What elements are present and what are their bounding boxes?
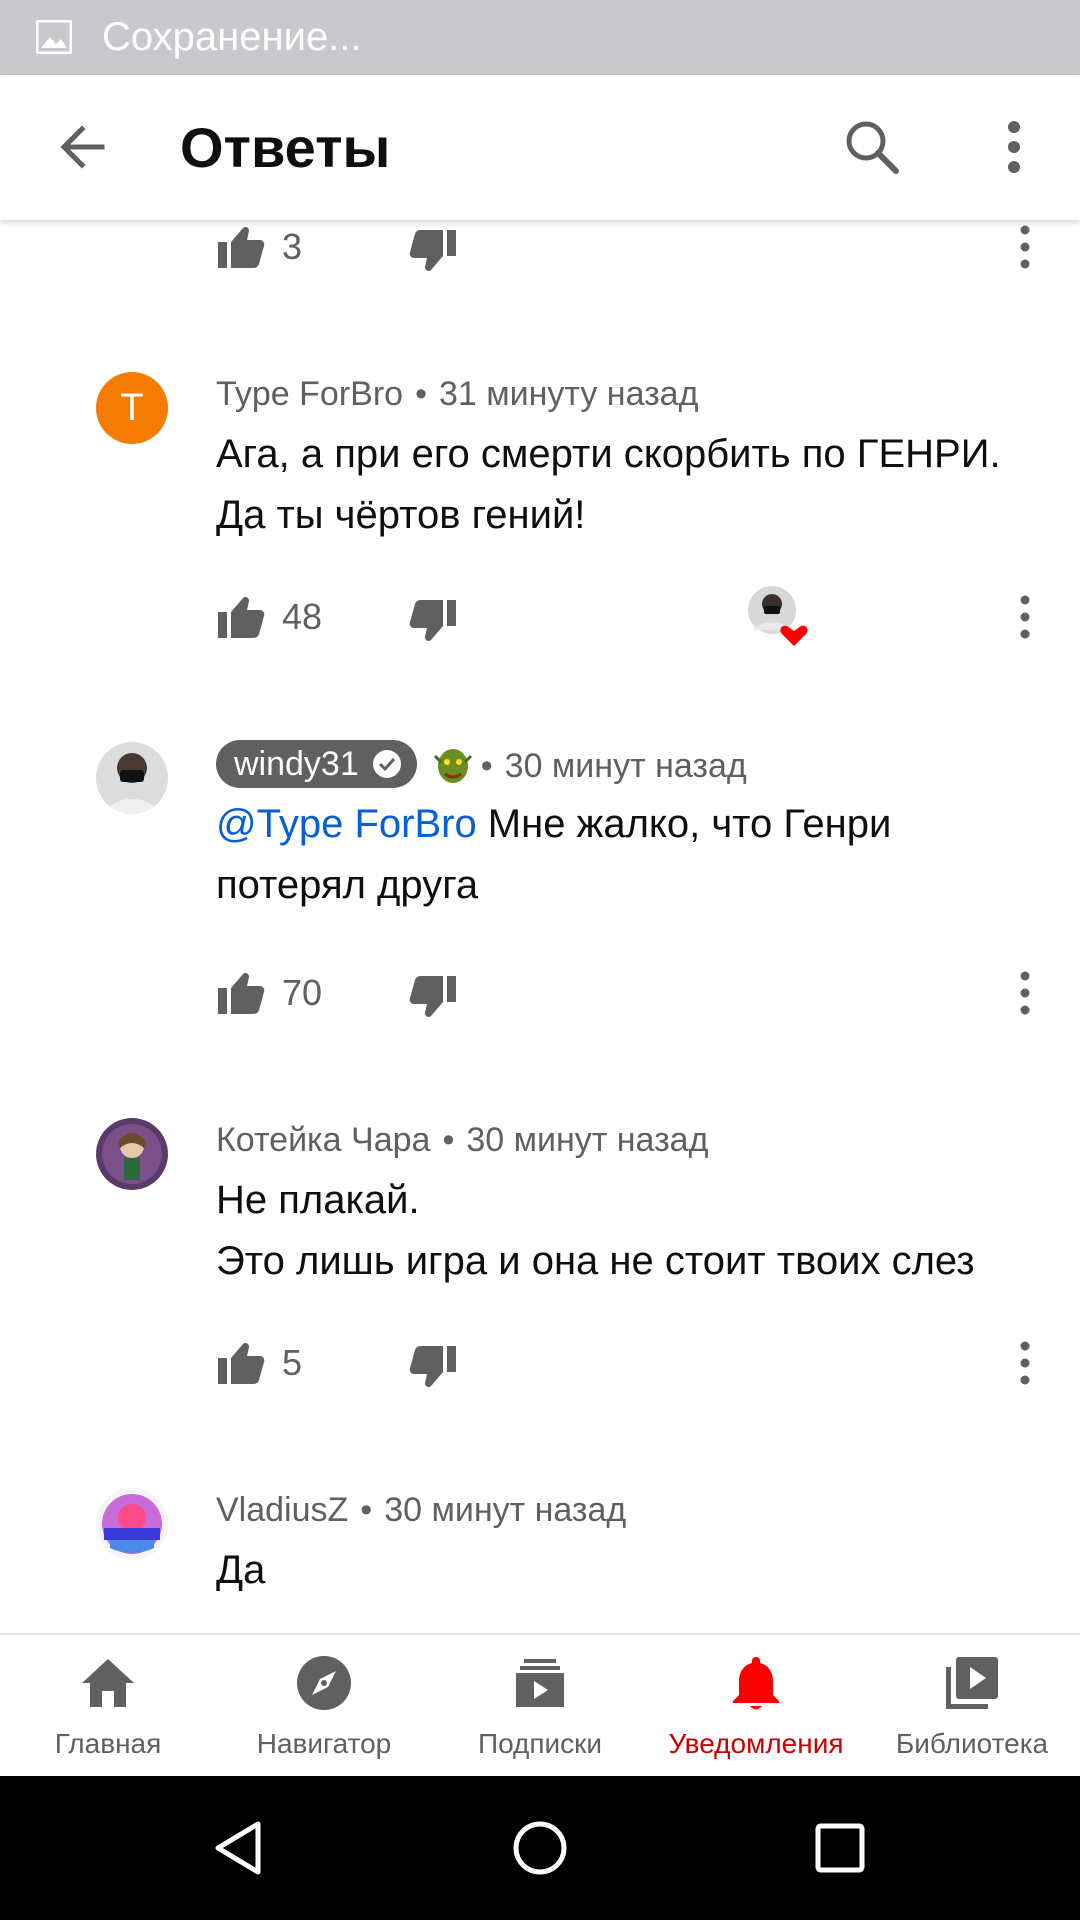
bottom-navigation: Главная Навигатор Подписки Уведомления Б… bbox=[0, 1633, 1080, 1776]
avatar[interactable] bbox=[96, 742, 168, 814]
thumbs-up-icon[interactable] bbox=[216, 968, 266, 1018]
nav-item-library[interactable]: Библиотека bbox=[864, 1635, 1080, 1778]
creator-heart-icon bbox=[748, 586, 808, 646]
subscriptions-icon bbox=[516, 1659, 564, 1707]
compass-icon bbox=[297, 1656, 351, 1710]
comment-menu-icon[interactable] bbox=[1010, 1338, 1040, 1388]
nav-label: Подписки bbox=[477, 1728, 603, 1759]
search-icon[interactable] bbox=[840, 115, 904, 179]
like-count: 5 bbox=[282, 1342, 303, 1383]
comment-header: windy31 • 30 минут назад bbox=[216, 740, 747, 788]
system-back-icon[interactable] bbox=[208, 1816, 272, 1880]
system-navigation-bar bbox=[0, 1776, 1080, 1920]
status-bar: Сохранение... bbox=[0, 0, 1080, 75]
comment-actions: 70 bbox=[0, 968, 1080, 1028]
comment-text-line: Не плакай. bbox=[216, 1178, 420, 1222]
thumbs-down-icon[interactable] bbox=[408, 972, 458, 1022]
mention-link[interactable]: @Type ForBro bbox=[216, 802, 477, 846]
system-recents-icon[interactable] bbox=[808, 1816, 872, 1880]
membership-badge-icon bbox=[433, 749, 472, 783]
avatar-letter: T bbox=[120, 386, 144, 429]
comment-menu-icon[interactable] bbox=[1010, 968, 1040, 1018]
comment-time: 30 минут назад bbox=[504, 747, 747, 785]
comment-header: Котейка Чара • 30 минут назад bbox=[216, 1120, 709, 1160]
page-title: Ответы bbox=[180, 116, 391, 179]
comment-header: Type ForBro • 31 минуту назад bbox=[216, 374, 699, 414]
app-bar: Ответы bbox=[0, 75, 1080, 220]
verified-check-icon bbox=[372, 750, 401, 778]
comment-header: VladiusZ • 30 минут назад bbox=[216, 1490, 627, 1530]
comment-author[interactable]: Котейка Чара bbox=[216, 1120, 430, 1160]
bell-icon bbox=[733, 1657, 779, 1710]
nav-item-subscriptions[interactable]: Подписки bbox=[432, 1635, 648, 1778]
library-icon bbox=[946, 1657, 998, 1709]
back-arrow-icon[interactable] bbox=[52, 115, 116, 179]
comment-actions: 48 bbox=[0, 586, 1080, 652]
status-text: Сохранение... bbox=[102, 15, 362, 59]
like-count: 3 bbox=[282, 226, 303, 267]
comment-time: 31 минуту назад bbox=[438, 375, 699, 413]
image-icon bbox=[36, 20, 72, 54]
thumbs-down-icon[interactable] bbox=[408, 596, 458, 646]
thumbs-up-icon[interactable] bbox=[216, 592, 266, 642]
comment-text: @Type ForBro Мне жалко, что Генри потеря… bbox=[216, 794, 1046, 916]
like-count: 48 bbox=[282, 596, 323, 637]
home-icon bbox=[82, 1659, 134, 1707]
author-badge[interactable]: windy31 bbox=[216, 740, 417, 788]
thumbs-up-icon[interactable] bbox=[216, 222, 266, 272]
more-vert-icon[interactable] bbox=[982, 115, 1046, 179]
nav-item-notifications[interactable]: Уведомления bbox=[648, 1635, 864, 1778]
avatar[interactable] bbox=[96, 1488, 168, 1560]
comment-text: Не плакай. Это лишь игра и она не стоит … bbox=[216, 1170, 1046, 1292]
thumbs-down-icon[interactable] bbox=[408, 226, 458, 276]
comment-menu-icon[interactable] bbox=[1010, 222, 1040, 272]
thumbs-down-icon[interactable] bbox=[408, 1342, 458, 1392]
comment-menu-icon[interactable] bbox=[1010, 592, 1040, 642]
avatar[interactable]: T bbox=[96, 372, 168, 444]
nav-item-explore[interactable]: Навигатор bbox=[216, 1635, 432, 1778]
thumbs-up-icon[interactable] bbox=[216, 1338, 266, 1388]
comment-author[interactable]: Type ForBro bbox=[216, 374, 403, 414]
comment-text-line: Это лишь игра и она не стоит твоих слез bbox=[216, 1239, 975, 1283]
nav-label: Уведомления bbox=[668, 1728, 844, 1759]
comment-time: 30 минут назад bbox=[384, 1491, 627, 1529]
comment-actions: 5 bbox=[0, 1338, 1080, 1398]
nav-label: Главная bbox=[54, 1728, 162, 1759]
comment-time: 30 минут назад bbox=[466, 1121, 709, 1159]
comment-text: Да bbox=[216, 1548, 266, 1592]
nav-label: Навигатор bbox=[256, 1728, 392, 1759]
comment-actions: 3 bbox=[0, 222, 1080, 282]
nav-item-home[interactable]: Главная bbox=[0, 1635, 216, 1778]
nav-label: Библиотека bbox=[895, 1728, 1049, 1759]
system-home-icon[interactable] bbox=[508, 1816, 572, 1880]
comment-author: windy31 bbox=[234, 745, 359, 783]
comment-text: Ага, а при его смерти скорбить по ГЕНРИ.… bbox=[216, 432, 1001, 537]
avatar[interactable] bbox=[96, 1118, 168, 1190]
comment-author[interactable]: VladiusZ bbox=[216, 1490, 348, 1530]
like-count: 70 bbox=[282, 972, 323, 1013]
replies-list: 3 T Type ForBro • 31 минуту назад Ага, а… bbox=[0, 220, 1080, 1633]
